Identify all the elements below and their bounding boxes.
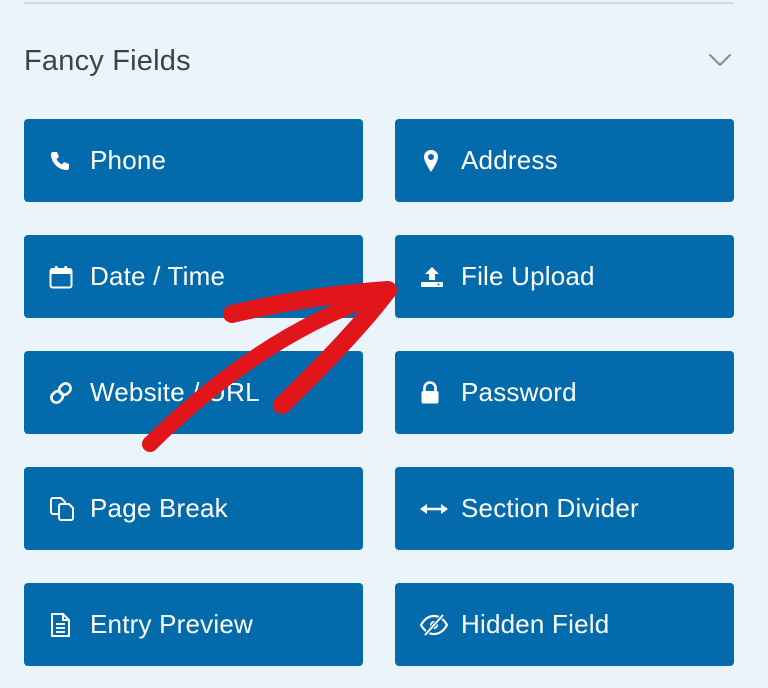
section-header[interactable]: Fancy Fields [24,36,734,88]
file-upload-field-button[interactable]: File Upload [395,235,734,318]
document-icon [48,610,78,640]
arrows-horizontal-icon [419,494,449,524]
phone-icon [48,146,78,176]
link-icon [48,378,78,408]
website-url-field-button[interactable]: Website / URL [24,351,363,434]
hidden-field-field-button[interactable]: Hidden Field [395,583,734,666]
field-label: Password [461,377,577,407]
field-label: File Upload [461,261,595,291]
date-time-field-button[interactable]: Date / Time [24,235,363,318]
password-field-button[interactable]: Password [395,351,734,434]
address-field-button[interactable]: Address [395,119,734,202]
field-label: Page Break [90,493,228,523]
lock-icon [419,378,449,408]
field-label: Phone [90,145,167,175]
page-break-field-button[interactable]: Page Break [24,467,363,550]
top-divider [24,2,734,4]
fancy-fields-grid: Phone Address Date / Time File Upload We… [24,119,734,666]
calendar-icon [48,262,78,292]
field-label: Section Divider [461,493,639,523]
phone-field-button[interactable]: Phone [24,119,363,202]
field-label: Hidden Field [461,609,610,639]
field-label: Address [461,145,558,175]
eye-slash-icon [419,610,449,640]
field-label: Website / URL [90,377,260,407]
upload-icon [419,262,449,292]
field-label: Date / Time [90,261,226,291]
entry-preview-field-button[interactable]: Entry Preview [24,583,363,666]
copy-icon [48,494,78,524]
section-title: Fancy Fields [24,45,191,77]
chevron-down-icon[interactable] [706,48,734,72]
section-divider-field-button[interactable]: Section Divider [395,467,734,550]
map-marker-icon [419,146,449,176]
field-label: Entry Preview [90,609,253,639]
